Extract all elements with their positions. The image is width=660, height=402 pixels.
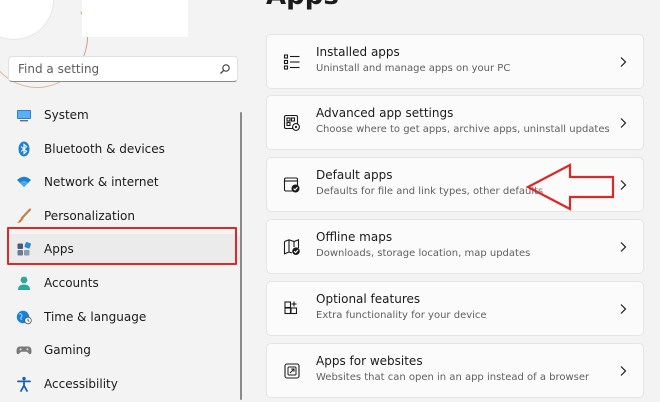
sidebar-item-label: Personalization — [44, 208, 135, 223]
account-name-redacted — [82, 0, 188, 37]
card-title: Offline maps — [316, 230, 393, 244]
card-description: Choose where to get apps, archive apps, … — [316, 124, 610, 135]
card-title: Apps for websites — [316, 354, 423, 368]
chevron-right-icon — [620, 180, 627, 190]
annotation-arrow-icon — [526, 163, 615, 211]
sidebar-item-label: Bluetooth & devices — [44, 141, 165, 156]
chevron-right-icon — [620, 304, 627, 314]
sidebar-item-label: Accessibility — [44, 376, 118, 391]
profile-header — [0, 0, 240, 100]
card-description: Downloads, storage location, map updates — [316, 248, 531, 259]
sidebar-item-system[interactable]: System — [8, 100, 240, 130]
chevron-right-icon — [620, 242, 627, 252]
apps-highlight-box — [7, 227, 237, 265]
card-title: Installed apps — [316, 45, 400, 59]
chevron-right-icon — [620, 118, 627, 128]
paintbrush-icon — [17, 208, 32, 223]
map-icon — [283, 239, 300, 255]
chevron-right-icon — [620, 366, 627, 376]
page-title: Apps — [266, 0, 339, 14]
globe-clock-icon — [16, 310, 32, 324]
card-description: Websites that can open in an app instead… — [316, 372, 590, 383]
accessibility-icon — [17, 376, 31, 392]
sidebar-item-accounts[interactable]: Accounts — [8, 268, 240, 298]
person-icon — [18, 276, 30, 290]
card-apps-for-websites[interactable]: Apps for websites Websites that can open… — [266, 343, 644, 398]
sidebar-item-label: Accounts — [44, 275, 99, 290]
card-optional-features[interactable]: Optional features Extra functionality fo… — [266, 281, 644, 336]
card-description: Uninstall and manage apps on your PC — [316, 63, 511, 74]
card-offline-maps[interactable]: Offline maps Downloads, storage location… — [266, 219, 644, 274]
chevron-right-icon — [620, 57, 627, 67]
card-installed-apps[interactable]: Installed apps Uninstall and manage apps… — [266, 34, 644, 89]
sidebar-item-label: Network & internet — [44, 175, 159, 190]
default-apps-icon — [283, 177, 300, 193]
sidebar-item-label: System — [44, 108, 89, 122]
sidebar-item-accessibility[interactable]: Accessibility — [8, 369, 240, 399]
card-description: Extra functionality for your device — [316, 310, 487, 321]
sidebar-scrollbar[interactable] — [240, 112, 242, 400]
web-app-icon — [284, 363, 300, 379]
search-input[interactable]: Find a setting — [8, 56, 238, 82]
card-title: Default apps — [316, 168, 393, 182]
search-icon[interactable] — [219, 63, 231, 75]
search-placeholder: Find a setting — [18, 62, 100, 76]
add-feature-icon — [284, 301, 298, 315]
wifi-icon — [17, 176, 31, 188]
gamepad-icon — [16, 346, 32, 355]
sidebar-item-label: Gaming — [44, 343, 91, 358]
card-description: Defaults for file and link types, other … — [316, 186, 544, 197]
list-icon — [283, 54, 300, 70]
monitor-icon — [17, 110, 31, 122]
card-title: Optional features — [316, 292, 421, 306]
sidebar-item-label: Time & language — [44, 309, 147, 324]
sidebar-item-gaming[interactable]: Gaming — [8, 335, 240, 365]
bluetooth-icon — [18, 141, 30, 157]
sidebar-item-network[interactable]: Network & internet — [8, 167, 240, 197]
sidebar-item-time-language[interactable]: Time & language — [8, 302, 240, 332]
card-advanced-app-settings[interactable]: Advanced app settings Choose where to ge… — [266, 95, 644, 150]
sidebar-item-bluetooth[interactable]: Bluetooth & devices — [8, 134, 240, 164]
card-title: Advanced app settings — [316, 106, 454, 120]
app-settings-icon — [283, 114, 300, 131]
